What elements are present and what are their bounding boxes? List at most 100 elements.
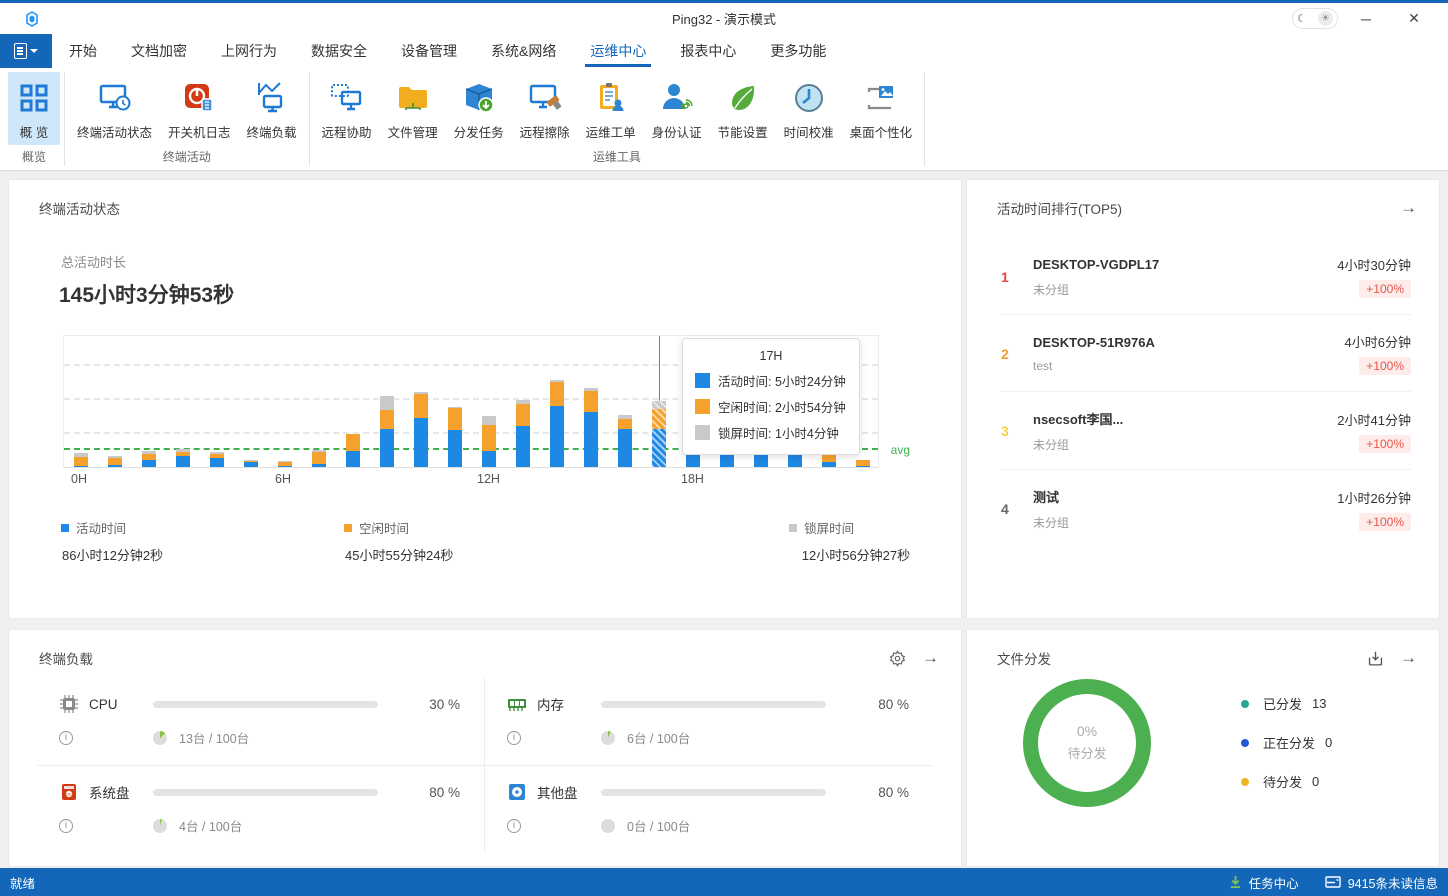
chart-bar[interactable] [380, 396, 394, 467]
chart-bar[interactable] [278, 461, 292, 467]
info-icon[interactable]: i [507, 731, 521, 745]
minimize-button[interactable]: ─ [1346, 6, 1386, 32]
lock-swatch [695, 425, 710, 440]
bar-segment [380, 429, 394, 467]
remote-assist-icon [329, 80, 365, 116]
activity-time: 4小时6分钟 [1345, 332, 1411, 351]
x-tick-6h: 6H [275, 472, 291, 486]
bar-segment [584, 391, 598, 411]
info-icon[interactable]: i [59, 731, 73, 745]
bar-segment [550, 382, 564, 406]
ribbon-item-overview[interactable]: 概 览 [8, 72, 60, 145]
tab-system-network[interactable]: 系统&网络 [474, 34, 573, 68]
list-item: 4 测试 未分组 1小时26分钟 +100% [1001, 470, 1411, 547]
distributed-dot-icon [1241, 700, 1249, 708]
panel-title-load: 终端负载 [39, 648, 93, 668]
task-center-button[interactable]: 任务中心 [1229, 873, 1299, 892]
ribbon-item-file-management[interactable]: 文件管理 [380, 72, 446, 145]
monitor-clock-icon [97, 80, 133, 116]
chart-bar[interactable] [74, 453, 88, 467]
bar-segment [822, 455, 836, 462]
app-menu-button[interactable] [0, 34, 52, 68]
panel-activity-ranking: 活动时间排行(TOP5) → 1 DESKTOP-VGDPL17 未分组 4小时… [966, 179, 1440, 619]
activity-chart: 17H 活动时间: 5小时24分钟 空闲时间: 2小时54分钟 锁屏时间: 1小… [63, 335, 879, 492]
monitor-chart-icon [254, 80, 290, 116]
ribbon-separator [924, 72, 925, 166]
chart-bar[interactable] [652, 401, 666, 467]
bar-segment [380, 410, 394, 429]
chart-bar[interactable] [142, 451, 156, 467]
tab-doc-encryption[interactable]: 文档加密 [114, 34, 204, 68]
chart-bar[interactable] [414, 392, 428, 467]
donut-percent: 0% [1077, 723, 1097, 739]
metric-other-disk: 其他盘 80 % i 0台 / 100台 [485, 766, 933, 853]
unread-messages-button[interactable]: 9415条未读信息 [1325, 873, 1438, 892]
ribbon-item-terminal-load[interactable]: 终端负载 [239, 72, 305, 145]
chart-bar[interactable] [482, 416, 496, 467]
tab-report-center[interactable]: 报表中心 [663, 34, 753, 68]
chart-bar[interactable] [822, 455, 836, 467]
ribbon-item-desktop-personalization[interactable]: 桌面个性化 [842, 72, 921, 145]
ribbon-item-distribute-task[interactable]: 分发任务 [446, 72, 512, 145]
tab-web-behavior[interactable]: 上网行为 [204, 34, 294, 68]
close-button[interactable]: ✕ [1394, 6, 1434, 32]
tab-start[interactable]: 开始 [52, 34, 114, 68]
info-icon[interactable]: i [59, 819, 73, 833]
ribbon-item-identity-auth[interactable]: 身份认证 [644, 72, 710, 145]
chart-bar[interactable] [346, 434, 360, 467]
bar-segment [448, 430, 462, 467]
bar-segment [74, 457, 88, 466]
chart-tooltip: 17H 活动时间: 5小时24分钟 空闲时间: 2小时54分钟 锁屏时间: 1小… [682, 338, 860, 455]
ranking-list: 1 DESKTOP-VGDPL17 未分组 4小时30分钟 +100% 2 DE… [1001, 238, 1411, 547]
ribbon-item-remote-assist[interactable]: 远程协助 [314, 72, 380, 145]
ribbon-item-ops-ticket[interactable]: 运维工单 [578, 72, 644, 145]
chart-bar[interactable] [584, 388, 598, 467]
bar-segment [822, 462, 836, 467]
tab-ops-center[interactable]: 运维中心 [573, 34, 663, 68]
terminal-group: 未分组 [1033, 436, 1337, 453]
distribute-download-icon[interactable] [1367, 650, 1384, 667]
bar-segment [108, 465, 122, 467]
legend-active: 活动时间 86小时12分钟2秒 [61, 518, 344, 564]
arrow-right-icon[interactable]: → [1400, 648, 1417, 668]
arrow-right-icon[interactable]: → [922, 648, 939, 668]
donut-status: 待分发 [1067, 743, 1106, 762]
tab-data-security[interactable]: 数据安全 [294, 34, 384, 68]
terminal-name: 测试 [1033, 490, 1059, 505]
chart-bar[interactable] [448, 407, 462, 467]
terminal-group: 未分组 [1033, 281, 1337, 298]
bar-segment [346, 451, 360, 467]
chart-bar[interactable] [108, 456, 122, 467]
ribbon-item-power-log[interactable]: 开关机日志 [160, 72, 239, 145]
chart-bar[interactable] [856, 460, 870, 467]
chart-bar[interactable] [550, 380, 564, 467]
ribbon-item-terminal-activity[interactable]: 终端活动状态 [69, 72, 160, 145]
chart-bar[interactable] [312, 450, 326, 467]
chart-bar[interactable] [618, 415, 632, 467]
ribbon-item-remote-wipe[interactable]: 远程擦除 [512, 72, 578, 145]
change-badge: +100% [1359, 435, 1411, 453]
sun-icon: ☀ [1318, 11, 1333, 26]
legend-idle: 空闲时间 45小时55分钟24秒 [344, 518, 627, 564]
chart-bar[interactable] [176, 449, 190, 467]
distribution-body: 0% 待分发 已分发 13 正在分发 0 待分发 0 [1023, 674, 1409, 811]
theme-toggle[interactable]: ☾ ☀ [1292, 8, 1338, 29]
ribbon-item-time-calibration[interactable]: 时间校准 [776, 72, 842, 145]
power-log-icon [181, 80, 217, 116]
bar-segment [856, 466, 870, 467]
chart-bar[interactable] [210, 452, 224, 467]
chart-bar[interactable] [516, 400, 530, 467]
tab-more-features[interactable]: 更多功能 [753, 34, 843, 68]
clock-icon [791, 80, 827, 116]
info-icon[interactable]: i [507, 819, 521, 833]
chart-bar[interactable] [244, 460, 258, 467]
bar-segment [516, 426, 530, 467]
arrow-right-icon[interactable]: → [1400, 198, 1417, 218]
active-swatch [61, 524, 69, 532]
bar-segment [312, 464, 326, 467]
ribbon-item-energy-saving[interactable]: 节能设置 [710, 72, 776, 145]
statusbar: 就绪 任务中心 9415条未读信息 [0, 868, 1448, 896]
gear-icon[interactable] [889, 650, 906, 667]
total-activity-value: 145小时3分钟53秒 [59, 279, 961, 309]
tab-device-management[interactable]: 设备管理 [384, 34, 474, 68]
